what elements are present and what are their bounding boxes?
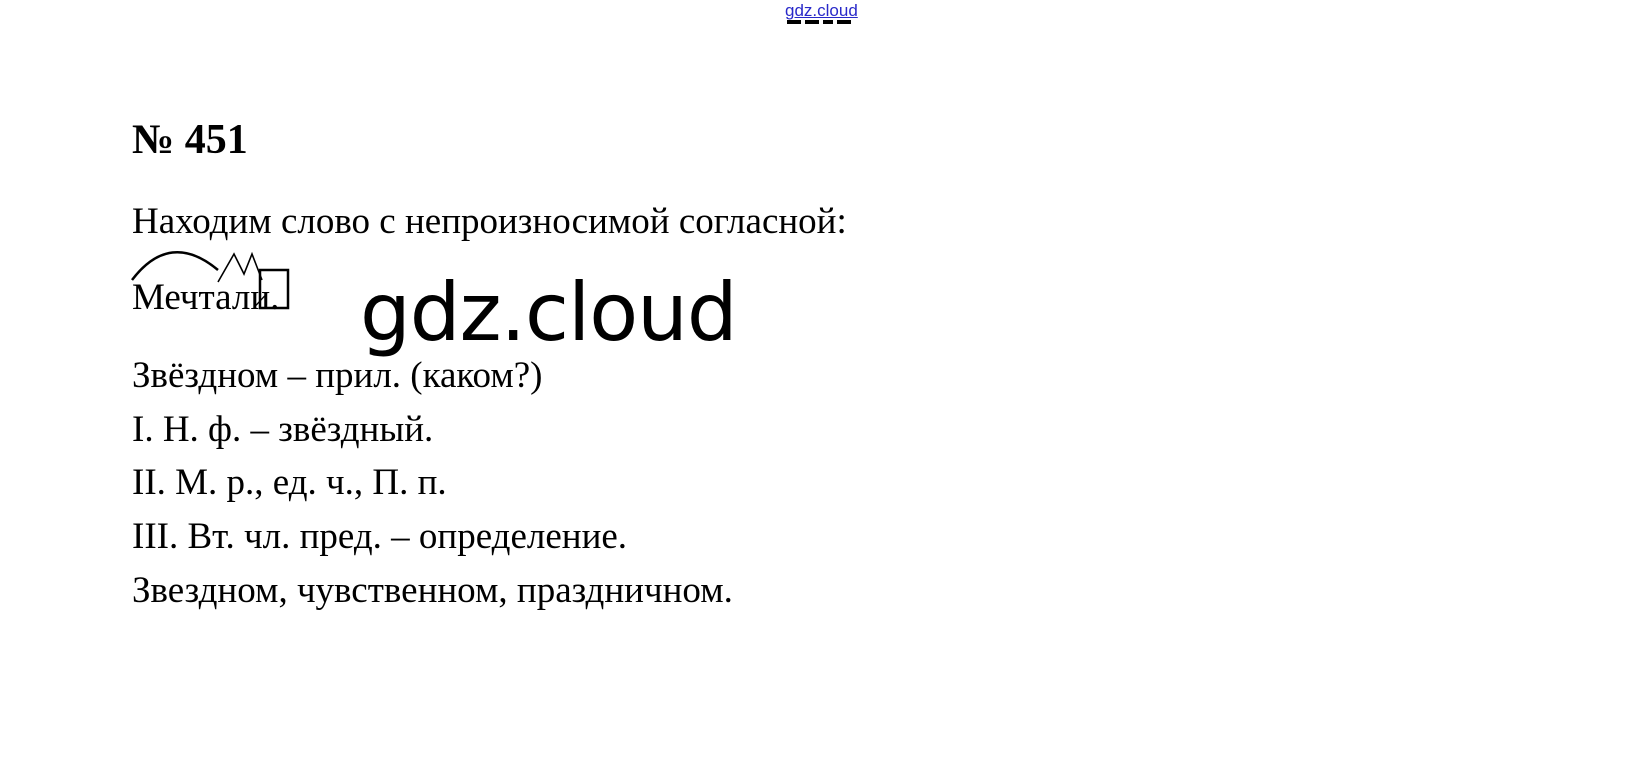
parse-line-5: Звездном, чувственном, праздничном. <box>132 570 733 611</box>
site-link[interactable]: gdz.cloud <box>785 0 858 22</box>
parse-line-2: I. Н. ф. – звёздный. <box>132 409 434 450</box>
parse-line-4: III. Вт. чл. пред. – определение. <box>132 516 628 557</box>
analyzed-word: Мечтали. <box>132 277 280 318</box>
parse-line-1: Звёздном – прил. (каком?) <box>132 355 543 396</box>
link-underline-artifact <box>787 20 867 26</box>
watermark: gdz.cloud <box>360 266 738 359</box>
parse-line-3: II. М. р., ед. ч., П. п. <box>132 462 447 503</box>
task-intro: Находим слово с непроизносимой согласной… <box>132 201 847 242</box>
task-number: № 451 <box>132 117 248 163</box>
